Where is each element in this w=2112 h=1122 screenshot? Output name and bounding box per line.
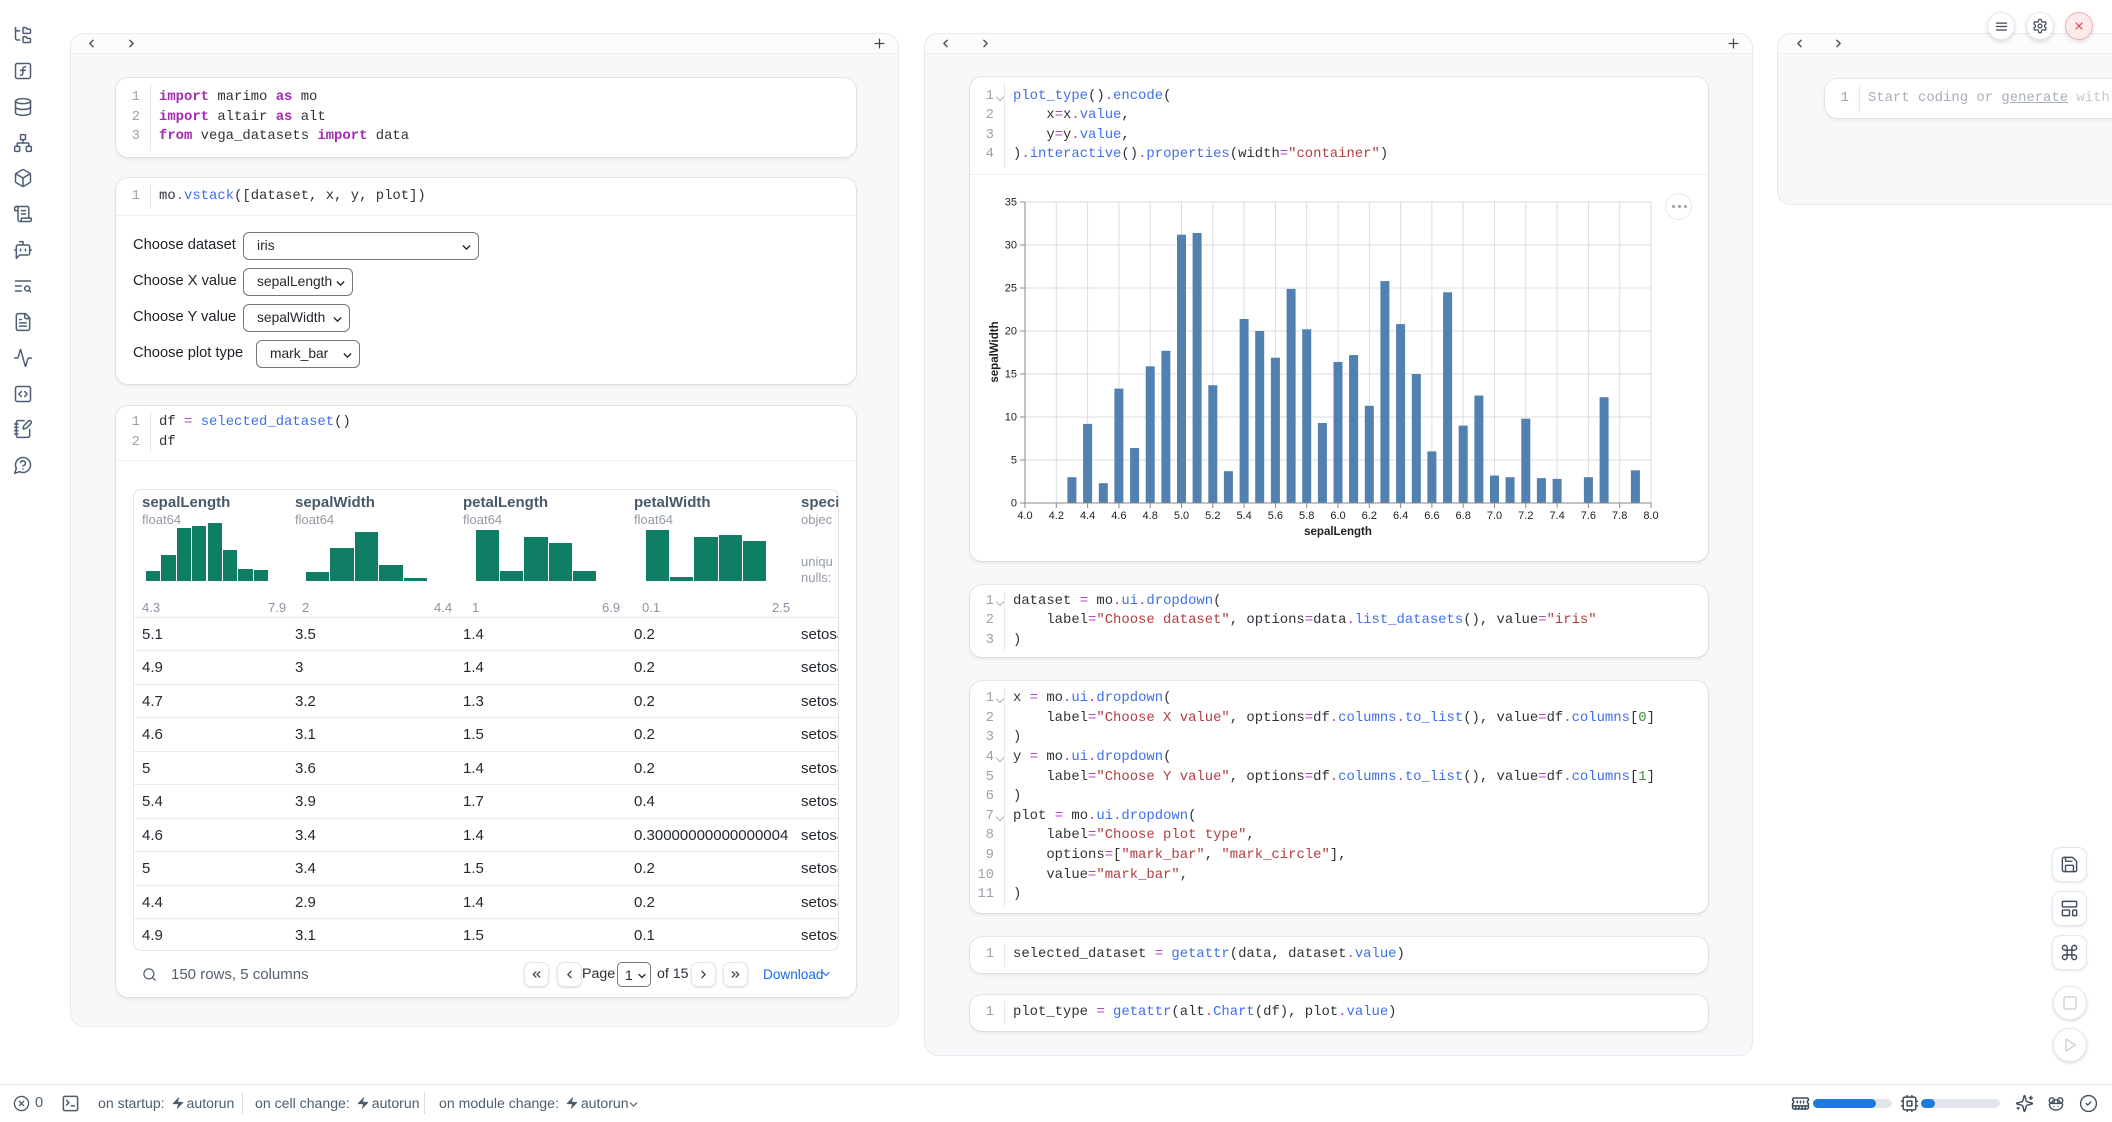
svg-text:7.6: 7.6: [1581, 510, 1596, 522]
svg-text:5.4: 5.4: [1236, 510, 1251, 522]
svg-text:5.8: 5.8: [1299, 510, 1314, 522]
svg-text:4.6: 4.6: [1111, 510, 1126, 522]
svg-text:6.2: 6.2: [1362, 510, 1377, 522]
svg-text:7.8: 7.8: [1612, 510, 1627, 522]
svg-text:5: 5: [1011, 455, 1017, 467]
svg-text:6.6: 6.6: [1424, 510, 1439, 522]
svg-text:7.0: 7.0: [1487, 510, 1502, 522]
svg-text:0: 0: [1011, 498, 1017, 510]
svg-text:4.4: 4.4: [1080, 510, 1095, 522]
svg-text:4.8: 4.8: [1143, 510, 1158, 522]
svg-text:6.0: 6.0: [1330, 510, 1345, 522]
svg-text:sepalLength: sepalLength: [1304, 526, 1372, 538]
svg-text:6.4: 6.4: [1393, 510, 1408, 522]
svg-text:5.0: 5.0: [1174, 510, 1189, 522]
svg-text:15: 15: [1005, 369, 1017, 381]
svg-text:8.0: 8.0: [1643, 510, 1658, 522]
svg-text:4.2: 4.2: [1049, 510, 1064, 522]
svg-text:5.6: 5.6: [1268, 510, 1283, 522]
svg-text:30: 30: [1005, 240, 1017, 252]
svg-text:7.2: 7.2: [1518, 510, 1533, 522]
svg-text:6.8: 6.8: [1456, 510, 1471, 522]
svg-text:20: 20: [1005, 326, 1017, 338]
svg-text:5.2: 5.2: [1205, 510, 1220, 522]
svg-text:10: 10: [1005, 412, 1017, 424]
svg-text:4.0: 4.0: [1017, 510, 1032, 522]
svg-text:25: 25: [1005, 283, 1017, 295]
svg-text:sepalWidth: sepalWidth: [989, 321, 1001, 382]
svg-text:7.4: 7.4: [1549, 510, 1564, 522]
svg-text:35: 35: [1005, 197, 1017, 209]
